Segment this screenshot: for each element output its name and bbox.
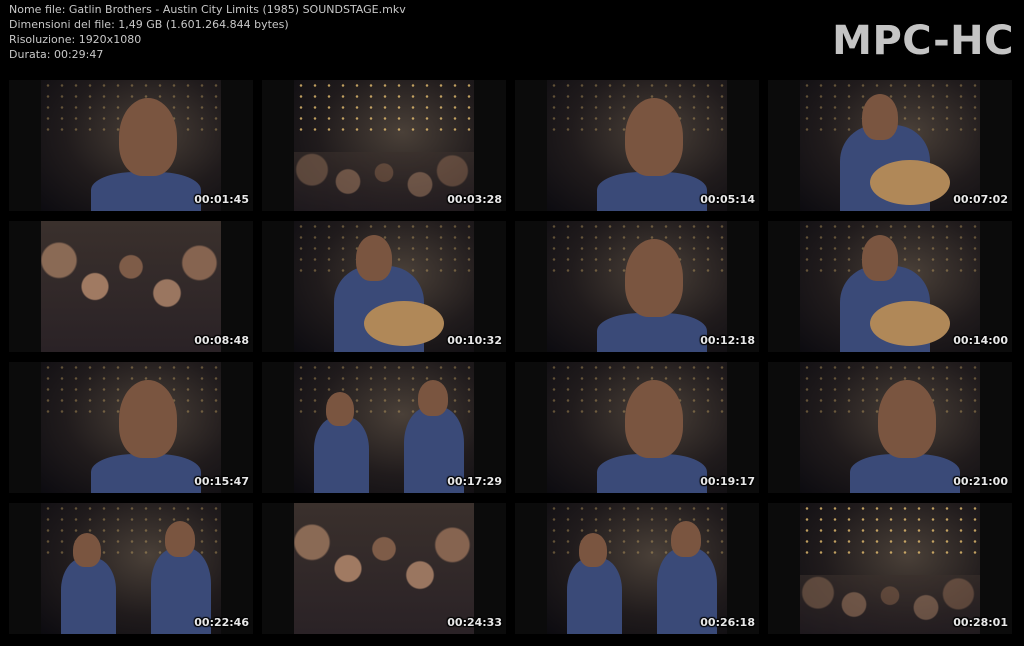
video-frame <box>294 221 474 352</box>
video-frame <box>800 362 980 493</box>
crowd-shape <box>294 503 474 634</box>
face-shape <box>119 98 177 176</box>
shirt-shape <box>567 558 622 634</box>
timestamp-label: 00:01:45 <box>194 193 249 206</box>
shirt-shape <box>597 454 707 493</box>
file-info: Nome file: Gatlin Brothers - Austin City… <box>9 2 406 62</box>
thumbnail-grid: 00:01:45 00:03:28 00:05:14 00:07:02 00:08:48… <box>9 80 1012 634</box>
timestamp-label: 00:19:17 <box>700 475 755 488</box>
timestamp-label: 00:14:00 <box>953 334 1008 347</box>
stage-lights <box>294 80 474 139</box>
shirt-shape <box>314 417 369 493</box>
timestamp-label: 00:26:18 <box>700 616 755 629</box>
video-frame <box>41 221 221 352</box>
thumbnail: 00:01:45 <box>9 80 253 211</box>
shirt-shape <box>597 172 707 211</box>
thumbnail: 00:15:47 <box>9 362 253 493</box>
face-shape <box>356 235 392 281</box>
thumbnail: 00:24:33 <box>262 503 506 634</box>
timestamp-label: 00:17:29 <box>447 475 502 488</box>
video-frame <box>294 362 474 493</box>
timestamp-label: 00:15:47 <box>194 475 249 488</box>
stage-lights <box>800 503 980 562</box>
video-frame <box>41 503 221 634</box>
face-shape <box>625 98 683 176</box>
video-frame <box>294 503 474 634</box>
video-frame <box>800 503 980 634</box>
thumbnail: 00:12:18 <box>515 221 759 352</box>
resolution-text: Risoluzione: 1920x1080 <box>9 33 142 46</box>
video-frame <box>294 80 474 211</box>
video-frame <box>547 80 727 211</box>
thumbnail: 00:17:29 <box>262 362 506 493</box>
thumbnail: 00:22:46 <box>9 503 253 634</box>
timestamp-label: 00:21:00 <box>953 475 1008 488</box>
shirt-shape <box>91 172 201 211</box>
face-shape <box>671 521 701 557</box>
guitar-shape <box>870 160 950 205</box>
face-shape <box>862 94 898 140</box>
guitar-shape <box>870 301 950 346</box>
timestamp-label: 00:24:33 <box>447 616 502 629</box>
app-logo: MPC-HC <box>832 18 1014 64</box>
face-shape <box>326 392 354 426</box>
face-shape <box>625 380 683 458</box>
thumbnail: 00:07:02 <box>768 80 1012 211</box>
shirt-shape <box>61 558 116 634</box>
face-shape <box>119 380 177 458</box>
thumbnail: 00:19:17 <box>515 362 759 493</box>
thumbnail: 00:21:00 <box>768 362 1012 493</box>
video-frame <box>800 221 980 352</box>
video-frame <box>41 362 221 493</box>
video-frame <box>547 503 727 634</box>
face-shape <box>625 239 683 317</box>
video-frame <box>41 80 221 211</box>
thumbnail: 00:28:01 <box>768 503 1012 634</box>
video-frame <box>547 362 727 493</box>
file-name-text: Nome file: Gatlin Brothers - Austin City… <box>9 3 406 16</box>
thumbnail: 00:14:00 <box>768 221 1012 352</box>
face-shape <box>165 521 195 557</box>
timestamp-label: 00:08:48 <box>194 334 249 347</box>
shirt-shape <box>91 454 201 493</box>
timestamp-label: 00:10:32 <box>447 334 502 347</box>
timestamp-label: 00:28:01 <box>953 616 1008 629</box>
timestamp-label: 00:22:46 <box>194 616 249 629</box>
thumbnail: 00:26:18 <box>515 503 759 634</box>
thumbnail: 00:05:14 <box>515 80 759 211</box>
video-frame <box>547 221 727 352</box>
face-shape <box>418 380 448 416</box>
face-shape <box>878 380 936 458</box>
thumbnail: 00:10:32 <box>262 221 506 352</box>
guitar-shape <box>364 301 444 346</box>
thumbnail: 00:03:28 <box>262 80 506 211</box>
timestamp-label: 00:07:02 <box>953 193 1008 206</box>
video-frame <box>800 80 980 211</box>
face-shape <box>862 235 898 281</box>
shirt-shape <box>597 313 707 352</box>
timestamp-label: 00:12:18 <box>700 334 755 347</box>
duration-text: Durata: 00:29:47 <box>9 48 104 61</box>
timestamp-label: 00:05:14 <box>700 193 755 206</box>
crowd-shape <box>41 221 221 352</box>
shirt-shape <box>850 454 960 493</box>
thumbnail: 00:08:48 <box>9 221 253 352</box>
timestamp-label: 00:03:28 <box>447 193 502 206</box>
face-shape <box>579 533 607 567</box>
face-shape <box>73 533 101 567</box>
file-size-text: Dimensioni del file: 1,49 GB (1.601.264.… <box>9 18 289 31</box>
